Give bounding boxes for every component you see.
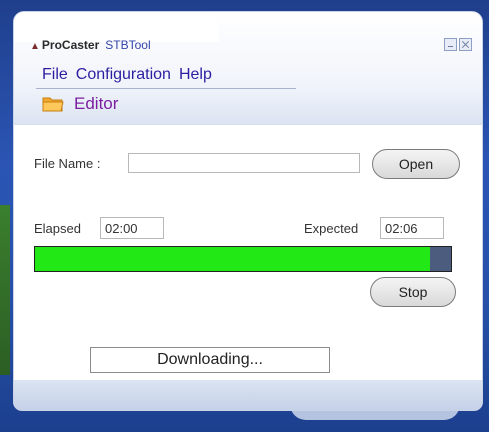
open-button[interactable]: Open — [372, 149, 460, 179]
minimize-button[interactable] — [444, 38, 457, 51]
desktop-left-strip — [0, 205, 10, 375]
expected-label: Expected — [304, 221, 359, 236]
progress-fill — [35, 247, 431, 271]
folder-icon — [42, 97, 64, 112]
menu-configuration[interactable]: Configuration — [76, 66, 171, 84]
menu-divider — [36, 88, 296, 89]
window-bottom-bar — [14, 380, 482, 410]
section-title: Editor — [74, 94, 119, 113]
stop-button[interactable]: Stop — [370, 277, 456, 307]
menu-file[interactable]: File — [42, 66, 68, 84]
expected-value: 02:06 — [380, 217, 444, 239]
status-indicator: Downloading... — [90, 347, 330, 373]
menu-bar: File Configuration Help — [42, 66, 212, 84]
title-area: ▲ ProCaster STBTool File Configuration Hel… — [14, 12, 482, 124]
file-name-input[interactable] — [128, 153, 360, 173]
menu-help[interactable]: Help — [179, 66, 212, 84]
app-name: STBTool — [105, 38, 151, 52]
download-progress-bar — [34, 246, 452, 272]
file-name-label: File Name : — [34, 156, 101, 171]
window-title: ▲ ProCaster STBTool — [30, 38, 151, 52]
elapsed-value: 02:00 — [100, 217, 164, 239]
elapsed-label: Elapsed — [34, 221, 81, 236]
editor-panel: File Name : Open Elapsed 02:00 Expected … — [14, 124, 482, 381]
section-header: Editor — [42, 94, 118, 114]
brand-name: ProCaster — [41, 38, 100, 52]
stbtool-window: ▲ ProCaster STBTool File Configuration Hel… — [14, 12, 482, 410]
close-button[interactable] — [459, 38, 472, 51]
procaster-logo-icon: ▲ — [30, 41, 40, 52]
window-controls — [444, 38, 472, 51]
